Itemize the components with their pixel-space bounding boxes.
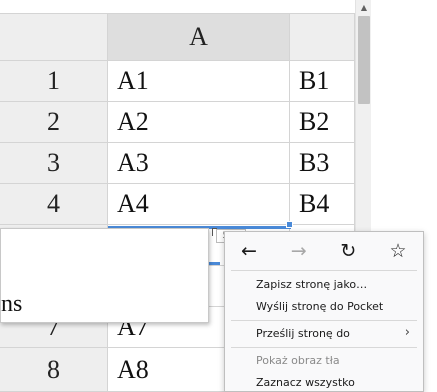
column-header-b[interactable] [290, 14, 355, 61]
menu-item-send-to-pocket[interactable]: Wyślij stronę do Pocket [225, 295, 423, 317]
menu-item-label: Prześlij stronę do [256, 326, 350, 340]
overlay-text-fragment: ns [1, 291, 23, 317]
row-header-4[interactable]: 4 [0, 184, 108, 225]
menu-separator [231, 320, 417, 321]
scrollbar-thumb[interactable] [358, 16, 370, 104]
context-nav-row: ← → ↻ ☆ [225, 232, 423, 270]
cell-a4[interactable]: A4 [108, 184, 290, 225]
row-header-3[interactable]: 3 [0, 143, 108, 184]
bookmark-star-icon[interactable]: ☆ [387, 240, 409, 262]
grid-top-strip [0, 0, 355, 14]
menu-item-send-page-to[interactable]: Prześlij stronę do › [225, 322, 423, 344]
scroll-up-icon[interactable]: ▲ [356, 0, 372, 14]
menu-separator [231, 270, 417, 271]
menu-item-label: Pokaż obraz tła [256, 353, 340, 367]
row-header-2[interactable]: 2 [0, 102, 108, 143]
cell-b3[interactable]: B3 [290, 143, 355, 184]
menu-item-label: Wyślij stronę do Pocket [256, 299, 384, 313]
cell-a2[interactable]: A2 [108, 102, 290, 143]
reload-icon[interactable]: ↻ [337, 240, 359, 262]
menu-separator [231, 347, 417, 348]
cell-b1[interactable]: B1 [290, 61, 355, 102]
cell-a3[interactable]: A3 [108, 143, 290, 184]
menu-item-label: Zaznacz wszystko [256, 375, 355, 389]
menu-item-label: Zapisz stronę jako… [256, 277, 368, 291]
overlay-panel: ns [0, 228, 209, 323]
row-header-8[interactable]: 8 [0, 348, 108, 392]
context-menu: ← → ↻ ☆ Zapisz stronę jako… Wyślij stron… [224, 231, 424, 392]
cell-b2[interactable]: B2 [290, 102, 355, 143]
submenu-arrow-icon: › [404, 325, 410, 340]
forward-arrow-icon[interactable]: → [288, 240, 310, 262]
row-header-1[interactable]: 1 [0, 61, 108, 102]
menu-item-select-all[interactable]: Zaznacz wszystko [225, 371, 423, 392]
cell-b4[interactable]: B4 [290, 184, 355, 225]
selection-fill-handle[interactable] [286, 221, 293, 228]
corner-cell[interactable] [0, 14, 108, 61]
back-arrow-icon[interactable]: ← [238, 240, 260, 262]
column-header-a[interactable]: A [108, 14, 290, 61]
menu-item-show-background[interactable]: Pokaż obraz tła [225, 349, 423, 371]
cell-a1[interactable]: A1 [108, 61, 290, 102]
menu-item-save-page[interactable]: Zapisz stronę jako… [225, 273, 423, 295]
